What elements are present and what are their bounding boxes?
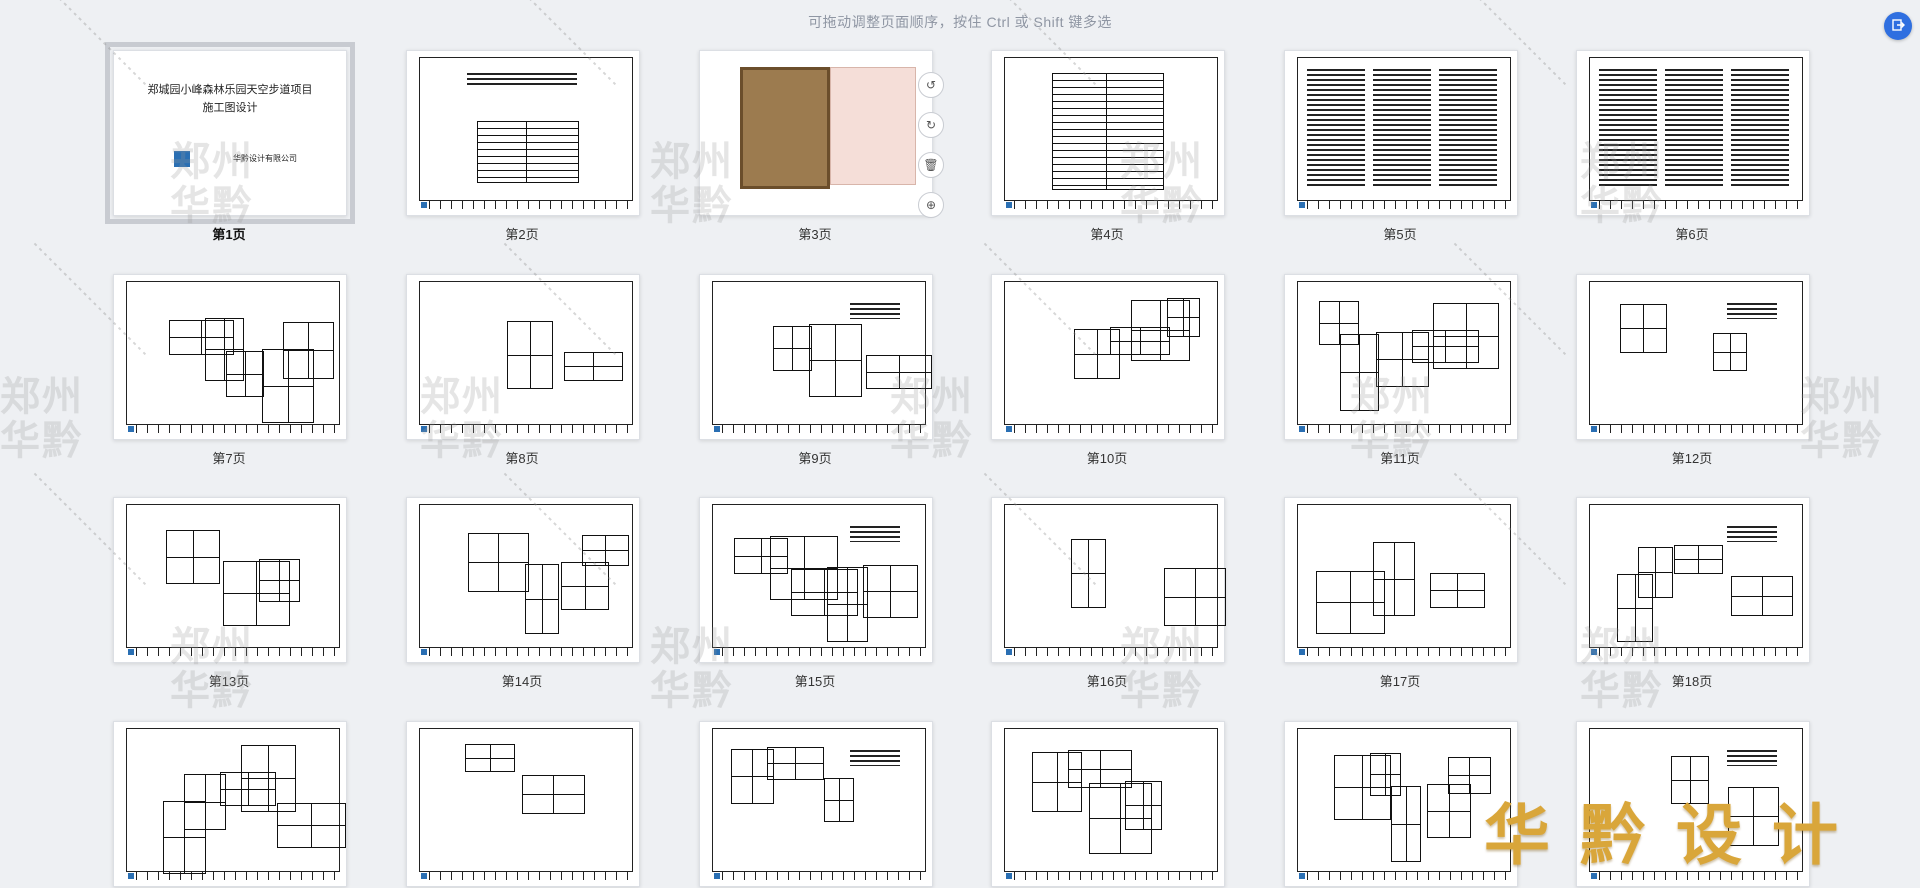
- page-thumbnail[interactable]: [699, 50, 933, 216]
- page-thumbnail[interactable]: [1284, 497, 1518, 663]
- page-label: 第15页: [794, 674, 836, 689]
- page-thumbnail[interactable]: [1284, 274, 1518, 440]
- cover-title: 郑城园小峰森林乐园天空步道项目: [147, 83, 313, 96]
- page-label: 第13页: [208, 674, 250, 689]
- page-label: 第3页: [798, 227, 832, 242]
- page-label: 第12页: [1671, 451, 1713, 466]
- brand-watermark: 华黔设计: [1484, 797, 1868, 874]
- page-thumbnail[interactable]: [406, 721, 640, 887]
- page-label: 第10页: [1086, 451, 1128, 466]
- watermark-line: 郑州: [0, 374, 84, 420]
- page-label: 第1页: [212, 227, 246, 242]
- page-thumbnail[interactable]: 郑城园小峰森林乐园天空步道项目 施工图设计华黔设计有限公司: [105, 42, 355, 224]
- page-label: 第18页: [1671, 674, 1713, 689]
- rotate-right-button[interactable]: ↻: [918, 112, 944, 138]
- page-label: 第9页: [798, 451, 832, 466]
- rotate-right-icon: ↻: [925, 118, 937, 132]
- page-thumbnail[interactable]: [991, 497, 1226, 663]
- delete-button[interactable]: 🗑: [918, 152, 944, 178]
- page-thumbnail[interactable]: [406, 274, 640, 440]
- delete-icon: 🗑: [923, 158, 939, 172]
- page-label: 第6页: [1675, 227, 1709, 242]
- company-name: 华黔设计有限公司: [233, 154, 297, 163]
- page-thumbnail[interactable]: [699, 497, 933, 663]
- page-grid: 郑城园小峰森林乐园天空步道项目 施工图设计华黔设计有限公司第1页 第2页 第3页 第4页…: [0, 0, 1920, 888]
- page-thumbnail[interactable]: [1576, 50, 1810, 216]
- page-thumbnail[interactable]: [1284, 721, 1518, 887]
- watermark: 郑州 华黔: [1800, 375, 1884, 463]
- page-thumbnail[interactable]: [699, 274, 933, 440]
- watermark: 郑州 华黔: [0, 375, 84, 463]
- page-thumbnail[interactable]: [991, 274, 1225, 440]
- page-thumbnail[interactable]: [1284, 50, 1518, 216]
- page-label: 第5页: [1383, 227, 1417, 242]
- page-thumbnail[interactable]: [991, 721, 1225, 887]
- page-thumbnail[interactable]: [113, 497, 347, 663]
- insert-icon: ⊕: [925, 198, 937, 212]
- page-thumbnail[interactable]: [406, 497, 640, 663]
- page-thumbnail[interactable]: [699, 721, 933, 887]
- page-thumbnail[interactable]: [1576, 497, 1810, 663]
- page-label: 第14页: [501, 674, 543, 689]
- page-thumbnail[interactable]: [113, 721, 347, 887]
- page-thumbnail[interactable]: [1576, 274, 1810, 440]
- page-tools: ↺ ↻ 🗑 ⊕: [918, 72, 944, 218]
- page-thumbnail[interactable]: [113, 274, 347, 440]
- page-label: 第11页: [1380, 451, 1420, 466]
- watermark-line: 华黔: [0, 418, 84, 464]
- rotate-left-button[interactable]: ↺: [918, 72, 944, 98]
- page-label: 第7页: [212, 451, 246, 466]
- insert-button[interactable]: ⊕: [918, 192, 944, 218]
- page-label: 第2页: [505, 227, 539, 242]
- page-label: 第17页: [1379, 674, 1421, 689]
- page-label: 第8页: [505, 451, 539, 466]
- page-label: 第16页: [1086, 674, 1128, 689]
- watermark-line: 郑州: [1800, 374, 1884, 420]
- page-thumbnail[interactable]: [991, 50, 1225, 216]
- rotate-left-icon: ↺: [925, 78, 937, 92]
- watermark-line: 华黔: [1800, 418, 1884, 464]
- cover-subtitle: 施工图设计: [202, 101, 258, 114]
- page-label: 第4页: [1090, 227, 1124, 242]
